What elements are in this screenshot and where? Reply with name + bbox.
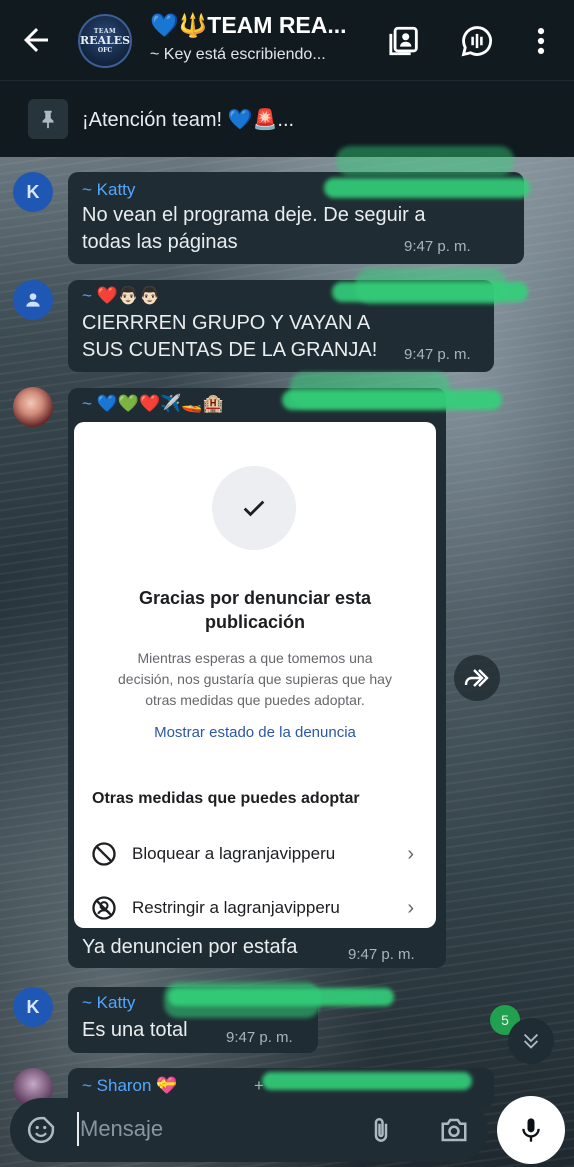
chevron-right-icon: › <box>407 843 414 865</box>
back-arrow-icon[interactable] <box>18 22 54 58</box>
message-text: Es una total <box>82 1019 188 1041</box>
community-icon[interactable] <box>460 24 494 58</box>
message-composer[interactable]: Mensaje <box>10 1098 488 1162</box>
avatar[interactable]: K <box>13 987 53 1027</box>
message-time: 9:47 p. m. <box>226 1029 293 1046</box>
message-text: CIERRREN GRUPO Y VAYAN A SUS CUENTAS DE … <box>82 312 378 361</box>
redaction-mark <box>164 982 320 1018</box>
message-text: Ya denuncien por estafa <box>82 936 298 958</box>
sender-name: ~ Katty <box>82 180 136 199</box>
sticker-icon[interactable] <box>26 1115 56 1145</box>
scroll-down-button[interactable] <box>508 1018 554 1064</box>
chat-header: TEAM REALES OFC 💙🔱TEAM REA... ~ Key está… <box>0 0 574 80</box>
contact-card-icon[interactable] <box>388 24 422 58</box>
report-status-link[interactable]: Mostrar estado de la denuncia <box>104 724 406 741</box>
microphone-icon <box>522 1118 540 1142</box>
message-time: 9:47 p. m. <box>404 238 471 255</box>
redaction-mark <box>290 372 450 408</box>
group-title[interactable]: 💙🔱TEAM REA... <box>150 12 347 39</box>
checkmark-icon <box>212 466 296 550</box>
redaction-mark <box>336 146 514 176</box>
sender-name: ~ ❤️👨🏻👨🏻 <box>82 286 161 305</box>
pinned-text: ¡Atención team! 💙🚨... <box>82 109 295 131</box>
card-title: Gracias por denunciar esta publicación <box>138 588 372 632</box>
more-options-icon[interactable] <box>524 24 558 58</box>
text-caret <box>77 1112 79 1146</box>
message-time: 9:47 p. m. <box>348 946 415 963</box>
forward-icon[interactable] <box>454 655 500 701</box>
avatar[interactable] <box>13 387 53 427</box>
redaction-mark <box>356 268 506 304</box>
restrict-icon <box>92 896 116 920</box>
redaction-mark <box>262 1072 472 1090</box>
block-user-row[interactable]: Bloquear a lagranjavipperu › <box>90 838 420 870</box>
block-icon <box>92 842 116 866</box>
attach-icon[interactable] <box>366 1115 396 1145</box>
restrict-user-row[interactable]: Restringir a lagranjavipperu › <box>90 892 420 924</box>
person-icon <box>26 293 40 307</box>
avatar[interactable] <box>13 280 53 320</box>
microphone-button[interactable] <box>497 1096 565 1164</box>
double-chevron-down-icon <box>523 1033 539 1049</box>
typing-status: ~ Key está escribiendo... <box>150 46 326 63</box>
camera-icon[interactable] <box>438 1115 470 1145</box>
sender-name: ~ 💙💚❤️✈️🚤🏨 <box>82 394 224 413</box>
sender-name: ~ Sharon 💝 <box>82 1076 178 1095</box>
avatar[interactable]: K <box>13 172 53 212</box>
chevron-right-icon: › <box>407 897 414 919</box>
card-description: Mientras esperas a que tomemos una decis… <box>118 650 392 708</box>
group-avatar[interactable]: TEAM REALES OFC <box>78 14 132 68</box>
message-time: 9:47 p. m. <box>404 346 471 363</box>
message-input[interactable]: Mensaje <box>80 1116 163 1142</box>
card-subtitle: Otras medidas que puedes adoptar <box>92 790 360 807</box>
pin-icon <box>28 99 68 139</box>
sender-name: ~ Katty <box>82 993 136 1012</box>
report-confirmation-card[interactable]: Gracias por denunciar esta publicación M… <box>74 422 436 928</box>
redaction-mark <box>324 178 530 198</box>
